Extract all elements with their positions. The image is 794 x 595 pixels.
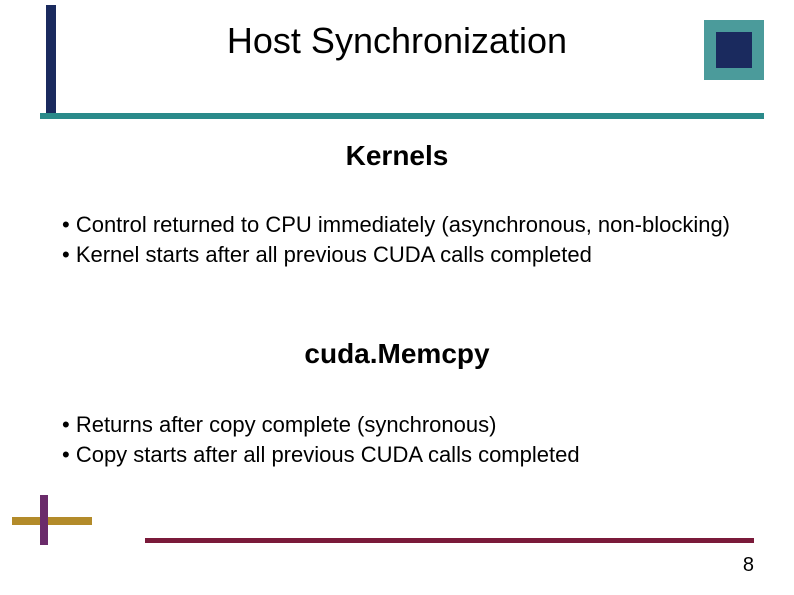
slide: Host Synchronization Kernels • Control r… — [0, 0, 794, 595]
bullet-list-kernels: • Control returned to CPU immediately (a… — [62, 210, 744, 269]
cross-vertical — [40, 495, 48, 545]
footer-line — [145, 538, 754, 543]
bullet-item: • Returns after copy complete (synchrono… — [62, 410, 744, 440]
section-heading-memcpy: cuda.Memcpy — [0, 338, 794, 370]
cross-horizontal — [12, 517, 92, 525]
bullet-list-memcpy: • Returns after copy complete (synchrono… — [62, 410, 744, 469]
section-heading-kernels: Kernels — [0, 140, 794, 172]
page-number: 8 — [743, 554, 754, 577]
title-underline — [40, 113, 764, 119]
bullet-item: • Control returned to CPU immediately (a… — [62, 210, 744, 240]
slide-title: Host Synchronization — [0, 20, 794, 62]
bullet-item: • Kernel starts after all previous CUDA … — [62, 240, 744, 270]
cross-decoration — [12, 495, 92, 545]
bullet-item: • Copy starts after all previous CUDA ca… — [62, 440, 744, 470]
